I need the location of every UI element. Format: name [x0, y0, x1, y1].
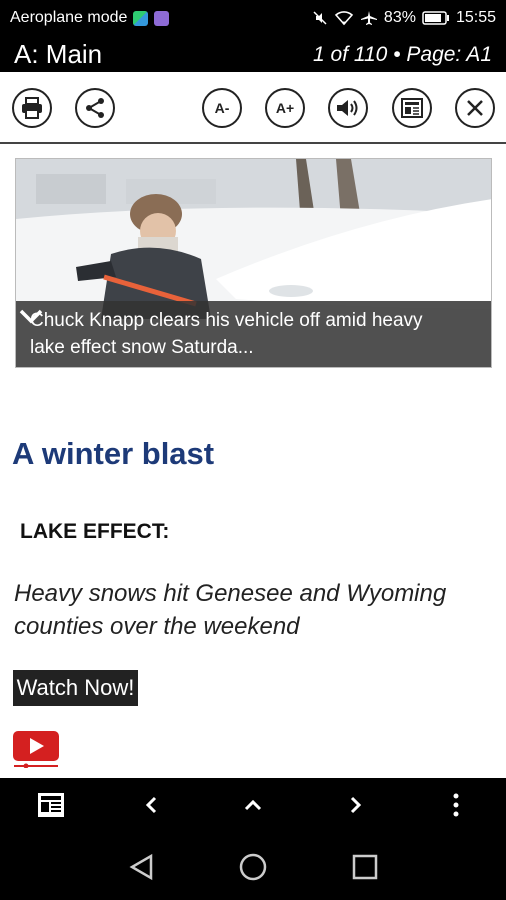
overflow-menu-button[interactable]	[441, 790, 471, 820]
article-deck: Heavy snows hit Genesee and Wyoming coun…	[14, 580, 447, 640]
text-larger-button[interactable]: A+	[265, 88, 305, 128]
photo-caption: Chuck Knapp clears his vehicle off amid …	[30, 310, 423, 358]
page-thumbnails-button[interactable]	[36, 790, 66, 820]
more-vertical-icon	[453, 793, 459, 817]
battery-icon	[422, 11, 449, 25]
system-nav-bar	[0, 834, 506, 900]
article-kicker: LAKE EFFECT:	[20, 520, 170, 543]
article-headline: A winter blast	[12, 436, 215, 471]
speaker-icon	[337, 100, 358, 116]
bottom-app-bar	[0, 778, 506, 834]
notification-app-icon	[133, 10, 149, 26]
notification-app-icon-2	[154, 10, 170, 26]
close-button[interactable]	[455, 88, 495, 128]
status-left: Aeroplane mode	[10, 9, 170, 27]
article-photo[interactable]: Chuck Knapp clears his vehicle off amid …	[15, 158, 492, 368]
next-article-button[interactable]	[340, 790, 370, 820]
share-button[interactable]	[75, 88, 115, 128]
share-icon	[86, 98, 104, 118]
app-bar: A: Main 1 of 110 • Page: A1	[0, 36, 506, 72]
article-toolbar: A- A+	[0, 72, 506, 144]
mute-icon	[313, 11, 327, 25]
airplane-mode-label: Aeroplane mode	[10, 9, 128, 26]
chevron-right-icon	[350, 796, 362, 814]
scroll-up-button[interactable]	[238, 790, 268, 820]
text-smaller-label: A-	[214, 100, 230, 116]
airplane-icon	[360, 11, 377, 25]
home-icon[interactable]	[238, 852, 268, 882]
status-bar: Aeroplane mode 83% 15:55	[0, 0, 506, 36]
battery-percent: 83%	[383, 9, 416, 26]
page-view-button[interactable]	[392, 88, 432, 128]
text-smaller-button[interactable]: A-	[202, 88, 242, 128]
newspaper-icon	[401, 98, 423, 118]
chevron-up-icon	[244, 799, 262, 811]
print-button[interactable]	[12, 88, 52, 128]
page-indicator: 1 of 110 • Page: A1	[313, 43, 492, 66]
newspaper-icon	[38, 793, 64, 817]
back-icon[interactable]	[127, 852, 157, 882]
video-play-icon[interactable]	[12, 730, 60, 768]
previous-article-button[interactable]	[137, 790, 167, 820]
printer-icon	[22, 97, 42, 119]
recents-icon[interactable]	[350, 852, 380, 882]
close-icon	[467, 100, 483, 116]
clock: 15:55	[455, 9, 496, 26]
read-aloud-button[interactable]	[328, 88, 368, 128]
status-right: 83% 15:55	[312, 9, 496, 27]
section-title[interactable]: A: Main	[14, 39, 102, 70]
text-larger-label: A+	[275, 100, 295, 116]
chevron-down-icon[interactable]	[16, 301, 46, 331]
watch-now-button[interactable]: Watch Now!	[13, 670, 138, 706]
wifi-icon	[334, 11, 354, 26]
photo-caption-bar[interactable]: Chuck Knapp clears his vehicle off amid …	[16, 301, 491, 367]
chevron-left-icon	[145, 796, 157, 814]
